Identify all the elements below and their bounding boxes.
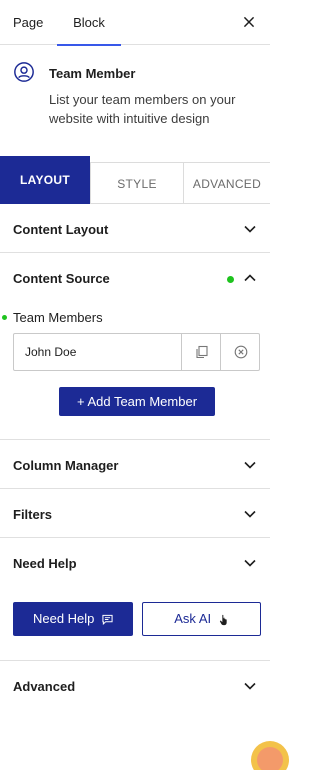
panel-filters[interactable]: Filters <box>0 489 270 538</box>
panel-advanced[interactable]: Advanced <box>0 661 270 710</box>
floating-help-badge-icon[interactable] <box>250 740 290 770</box>
field-status-dot <box>2 315 7 320</box>
settings-tabs: LAYOUT STYLE ADVANCED <box>0 156 270 204</box>
chevron-down-icon <box>244 559 256 567</box>
need-help-label: Need Help <box>32 611 95 626</box>
tab-advanced[interactable]: ADVANCED <box>183 162 270 204</box>
panel-column-manager[interactable]: Column Manager <box>0 440 270 489</box>
panel-title: Advanced <box>13 679 76 694</box>
chat-icon <box>102 614 113 626</box>
panel-content-layout[interactable]: Content Layout <box>0 204 270 253</box>
close-icon[interactable] <box>238 11 260 33</box>
block-title: Team Member <box>49 66 136 81</box>
remove-icon[interactable] <box>220 334 259 370</box>
tab-layout[interactable]: LAYOUT <box>0 156 90 204</box>
team-members-label: Team Members <box>13 310 103 325</box>
ask-ai-label: Ask AI <box>174 611 212 626</box>
chevron-down-icon <box>244 510 256 518</box>
block-card: Team Member List your team members on yo… <box>0 45 270 156</box>
tab-block[interactable]: Block <box>57 0 121 46</box>
duplicate-icon[interactable] <box>181 334 220 370</box>
panel-title: Content Source <box>13 271 110 286</box>
panel-title: Need Help <box>13 556 77 571</box>
panel-title: Filters <box>13 507 53 522</box>
tab-style[interactable]: STYLE <box>90 162 184 204</box>
panel-content-source[interactable]: Content Source <box>0 253 270 302</box>
panel-title: Content Layout <box>13 222 109 237</box>
chevron-down-icon <box>244 225 256 233</box>
block-description: List your team members on your website w… <box>49 92 236 126</box>
chevron-down-icon <box>244 682 256 690</box>
panel-need-help[interactable]: Need Help <box>0 538 270 587</box>
ask-ai-button[interactable]: Ask AI <box>142 602 261 636</box>
chevron-down-icon <box>244 461 256 469</box>
panel-title: Column Manager <box>13 458 119 473</box>
chevron-up-icon <box>244 274 256 282</box>
status-dot <box>227 276 234 283</box>
hand-pointer-icon <box>219 614 227 625</box>
sidebar-header: Page Block <box>0 0 270 46</box>
repeater-item-name: John Doe <box>25 345 77 359</box>
user-circle-icon <box>13 61 35 83</box>
add-team-member-button[interactable]: + Add Team Member <box>59 387 215 416</box>
repeater-item[interactable]: John Doe <box>13 333 260 371</box>
need-help-button[interactable]: Need Help <box>13 602 133 636</box>
tab-page[interactable]: Page <box>13 0 43 45</box>
